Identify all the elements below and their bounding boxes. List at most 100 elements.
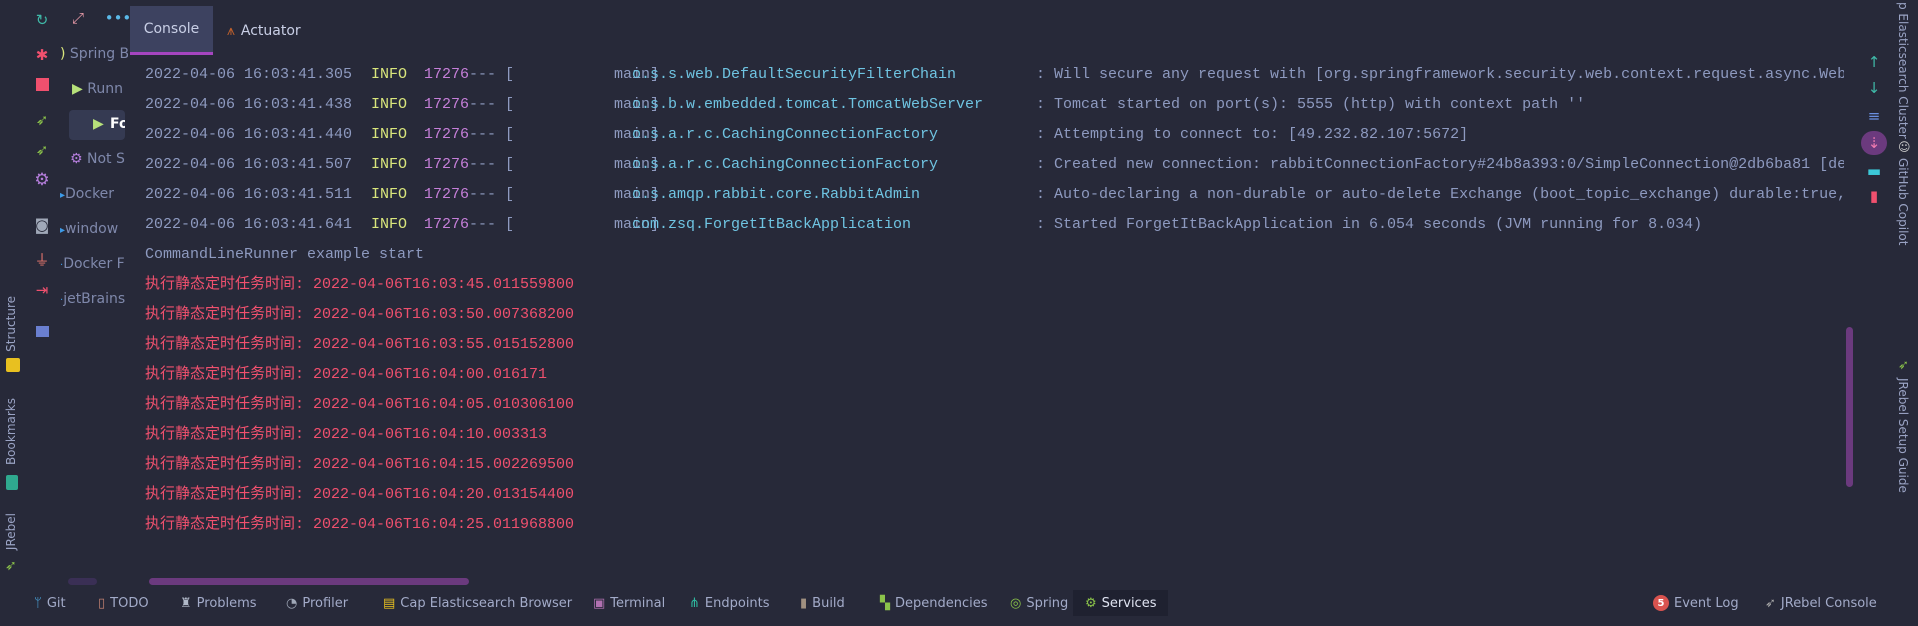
services-icon: ⚙ <box>1085 595 1097 611</box>
debug-icon[interactable]: ✱ <box>33 46 51 64</box>
status-services-button[interactable]: ⚙ Services <box>1073 590 1169 616</box>
tree-scrollbar[interactable] <box>68 578 97 585</box>
status-label: JRebel Console <box>1780 595 1877 611</box>
jrebel-run-icon[interactable]: ➶ <box>33 111 51 129</box>
log-pid: 17276 <box>424 96 470 113</box>
play-icon: ▶ <box>93 116 104 132</box>
trash-icon[interactable]: ▮ <box>1864 186 1884 206</box>
tree-label: Runn <box>87 81 123 97</box>
tree-item-running[interactable]: ▶ Runn <box>60 81 128 97</box>
tree-item-docker-f[interactable]: ·Docker F <box>60 256 128 272</box>
tree-item-docker[interactable]: ▸Docker <box>60 186 128 202</box>
more-options-icon[interactable]: ••• <box>105 9 132 27</box>
log-msg: : Auto-declaring a non-durable or auto-d… <box>1036 186 1844 203</box>
log-pid: 17276 <box>424 216 470 233</box>
log-line: 2022-04-06 16:03:41.438 INFO 17276 --- [mai… <box>145 90 1845 120</box>
log-cls: com.zsq.ForgetItBackApplication <box>632 216 912 233</box>
log-line: 2022-04-06 16:03:41.305 INFO 17276 --- [mai… <box>145 60 1845 90</box>
tree-item-jetbrains[interactable]: ·jetBrains <box>60 291 128 307</box>
log-level: INFO <box>371 216 408 233</box>
status-git-button[interactable]: ᛘ Git <box>34 590 66 616</box>
jrebel-setup-guide-tab[interactable]: JRebel Setup Guide <box>1896 378 1910 493</box>
plug-icon[interactable]: ⏚ <box>33 251 51 269</box>
scheduled-task-line: 执行静态定时任务时间: 2022-04-06T16:04:20.01315440… <box>145 486 575 503</box>
status-label: Terminal <box>610 595 666 611</box>
status-terminal-button[interactable]: ▣ Terminal <box>593 590 665 616</box>
log-level: INFO <box>371 186 408 203</box>
log-sep: --- [ <box>469 66 515 83</box>
vertical-scrollbar[interactable] <box>1846 327 1853 487</box>
status-label: Profiler <box>302 595 349 611</box>
jrebel-icon: ➶ <box>1765 595 1776 611</box>
tree-label: jetBrains <box>63 291 126 307</box>
log-line: 2022-04-06 16:03:41.507 INFO 17276 --- [mai… <box>145 150 1845 180</box>
github-copilot-tab[interactable]: GitHub Copilot <box>1896 158 1910 245</box>
status-label: TODO <box>110 595 149 611</box>
tree-label: Docker F <box>63 256 125 272</box>
status-problems-button[interactable]: ♜ Problems <box>180 590 257 616</box>
tab-console[interactable]: Console <box>130 6 213 55</box>
refresh-icon[interactable]: ↻ <box>33 11 51 29</box>
layout-icon[interactable] <box>36 326 49 337</box>
gear-icon: ⚙ <box>70 151 83 167</box>
log-cls: o.s.a.r.c.CachingConnectionFactory <box>632 156 939 173</box>
log-level: INFO <box>371 66 408 83</box>
jrebel-debug-icon[interactable]: ➶ <box>33 141 51 159</box>
up-arrow-icon[interactable]: ↑ <box>1864 52 1884 72</box>
scheduled-task-line: 执行静态定时任务时间: 2022-04-06T16:04:10.003313 <box>145 426 548 443</box>
log-msg: : Attempting to connect to: [49.232.82.1… <box>1036 126 1469 143</box>
status-label: Dependencies <box>895 595 988 611</box>
console-line: CommandLineRunner example start <box>145 246 425 263</box>
log-level: INFO <box>371 126 408 143</box>
log-ts: 2022-04-06 16:03:41.511 <box>145 186 353 203</box>
print-icon[interactable]: ▬ <box>1864 161 1884 181</box>
status-profiler-button[interactable]: ◔ Profiler <box>286 590 348 616</box>
status-label: Spring <box>1026 595 1069 611</box>
tree-label: Not S <box>87 151 125 167</box>
log-sep: --- [ <box>469 156 515 173</box>
actuator-icon: ⩚ <box>227 22 235 39</box>
log-sep: --- [ <box>469 126 515 143</box>
jrebel-console-button[interactable]: ➶ JRebel Console <box>1765 590 1877 616</box>
terminal-icon: ▣ <box>593 595 606 611</box>
jrebel-tab[interactable]: JRebel <box>4 513 18 550</box>
horizontal-scrollbar[interactable] <box>149 578 469 585</box>
tree-item-not-started[interactable]: ⚙ Not S <box>60 151 128 167</box>
status-label: Git <box>46 595 66 611</box>
structure-tab[interactable]: Structure <box>4 296 18 352</box>
tree-item-windows[interactable]: ▸window <box>60 221 128 237</box>
endpoints-icon: ⋔ <box>689 595 700 611</box>
log-cls: o.s.amqp.rabbit.core.RabbitAdmin <box>632 186 921 203</box>
dependencies-icon: ▚ <box>880 595 890 611</box>
tab-label: Actuator <box>240 22 301 39</box>
status-build-button[interactable]: ▮ Build <box>800 590 845 616</box>
status-label: Endpoints <box>704 595 770 611</box>
expand-icon[interactable]: ⤢ <box>69 9 87 27</box>
log-ts: 2022-04-06 16:03:41.438 <box>145 96 353 113</box>
stop-icon[interactable] <box>36 78 49 91</box>
build-icon: ▮ <box>800 595 808 611</box>
log-ts: 2022-04-06 16:03:41.507 <box>145 156 353 173</box>
log-line: 2022-04-06 16:03:41.440 INFO 17276 --- [mai… <box>145 120 1845 150</box>
down-arrow-icon[interactable]: ↓ <box>1864 78 1884 98</box>
log-line: 2022-04-06 16:03:41.511 INFO 17276 --- [mai… <box>145 180 1845 210</box>
todo-icon: ▯ <box>98 595 106 611</box>
elasticsearch-cluster-tab[interactable]: p Elasticsearch Cluster <box>1896 2 1910 139</box>
event-log-button[interactable]: 5 Event Log <box>1653 590 1739 616</box>
camera-icon[interactable]: ◙ <box>33 216 51 234</box>
tab-actuator[interactable]: ⩚ Actuator <box>227 6 301 55</box>
exit-icon[interactable]: ⇥ <box>33 281 51 299</box>
status-endpoints-button[interactable]: ⋔ Endpoints <box>689 590 770 616</box>
status-dependencies-button[interactable]: ▚ Dependencies <box>880 590 988 616</box>
status-cap-elasticsearch-browser-button[interactable]: ▤ Cap Elasticsearch Browser <box>383 590 572 616</box>
settings-icon[interactable]: ⚙ <box>33 171 51 189</box>
status-todo-button[interactable]: ▯ TODO <box>98 590 149 616</box>
tree-item-selected-app[interactable]: ▶ Fo <box>69 110 125 140</box>
log-pid: 17276 <box>424 66 470 83</box>
tree-label: window <box>65 221 119 237</box>
soft-wrap-icon[interactable]: ≡ <box>1864 106 1884 126</box>
scroll-to-end-icon[interactable]: ⇣ <box>1861 131 1887 155</box>
bookmarks-tab[interactable]: Bookmarks <box>4 398 18 465</box>
status-spring-button[interactable]: ◎ Spring <box>1010 590 1068 616</box>
tree-item-spring-boot[interactable]: ) Spring B <box>60 46 128 62</box>
